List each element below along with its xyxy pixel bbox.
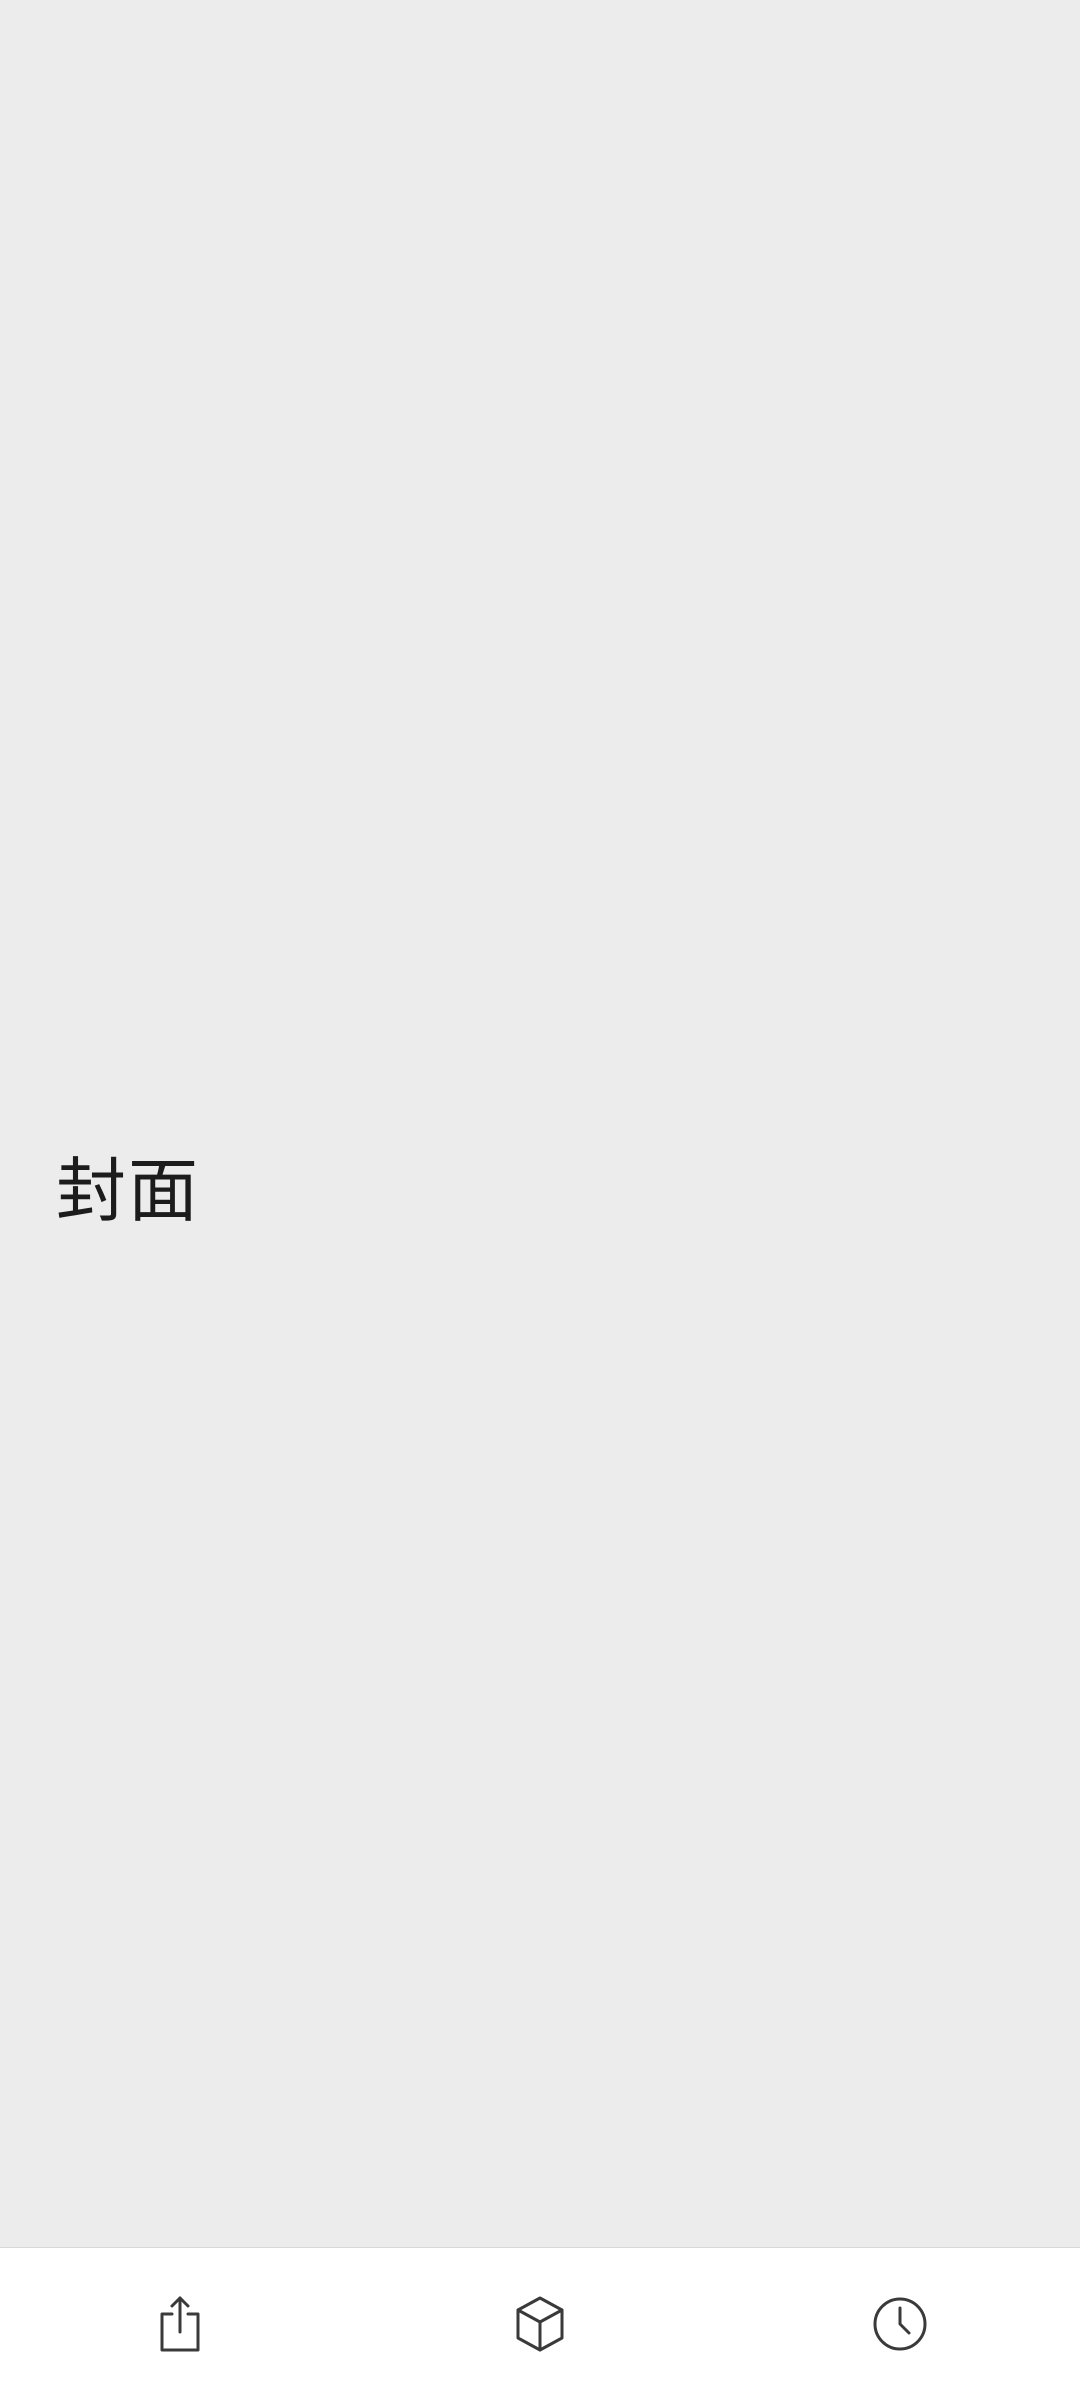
share-button[interactable] xyxy=(120,2264,240,2384)
share-icon xyxy=(160,2296,200,2352)
cube-button[interactable] xyxy=(480,2264,600,2384)
bottom-toolbar xyxy=(0,2247,1080,2400)
clock-icon xyxy=(873,2297,927,2351)
cube-icon xyxy=(516,2296,564,2352)
cover-page[interactable]: 封面 xyxy=(0,0,1080,2247)
history-button[interactable] xyxy=(840,2264,960,2384)
cover-title: 封面 xyxy=(56,1150,200,1232)
app-screen: 封面 xyxy=(0,0,1080,2400)
